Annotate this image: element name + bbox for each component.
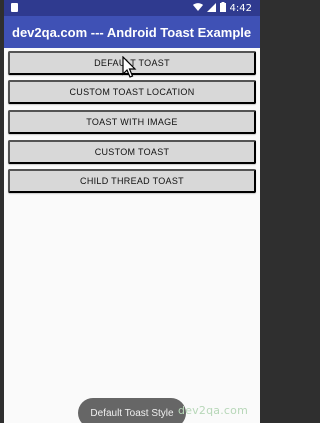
signal-icon xyxy=(206,2,216,15)
mouse-cursor-icon xyxy=(122,55,138,83)
custom-toast-location-button[interactable]: CUSTOM TOAST LOCATION xyxy=(8,80,256,104)
custom-toast-button[interactable]: CUSTOM TOAST xyxy=(8,140,256,164)
toast-with-image-button[interactable]: TOAST WITH IMAGE xyxy=(8,110,256,134)
watermark: dev2qa.com xyxy=(178,404,248,417)
app-bar: dev2qa.com --- Android Toast Example xyxy=(4,16,260,48)
notification-icon xyxy=(11,3,18,12)
status-icons: 4:42 xyxy=(192,2,252,15)
status-bar: 4:42 xyxy=(4,0,260,16)
wifi-icon xyxy=(192,3,203,14)
android-screen: 4:42 dev2qa.com --- Android Toast Exampl… xyxy=(4,0,260,423)
toast-message: Default Toast Style xyxy=(78,398,186,423)
app-title: dev2qa.com --- Android Toast Example xyxy=(12,24,252,40)
main-content: DEFAULT TOAST CUSTOM TOAST LOCATION TOAS… xyxy=(4,48,260,423)
status-time: 4:42 xyxy=(229,2,252,14)
child-thread-toast-button[interactable]: CHILD THREAD TOAST xyxy=(8,169,256,193)
battery-icon xyxy=(219,2,226,15)
